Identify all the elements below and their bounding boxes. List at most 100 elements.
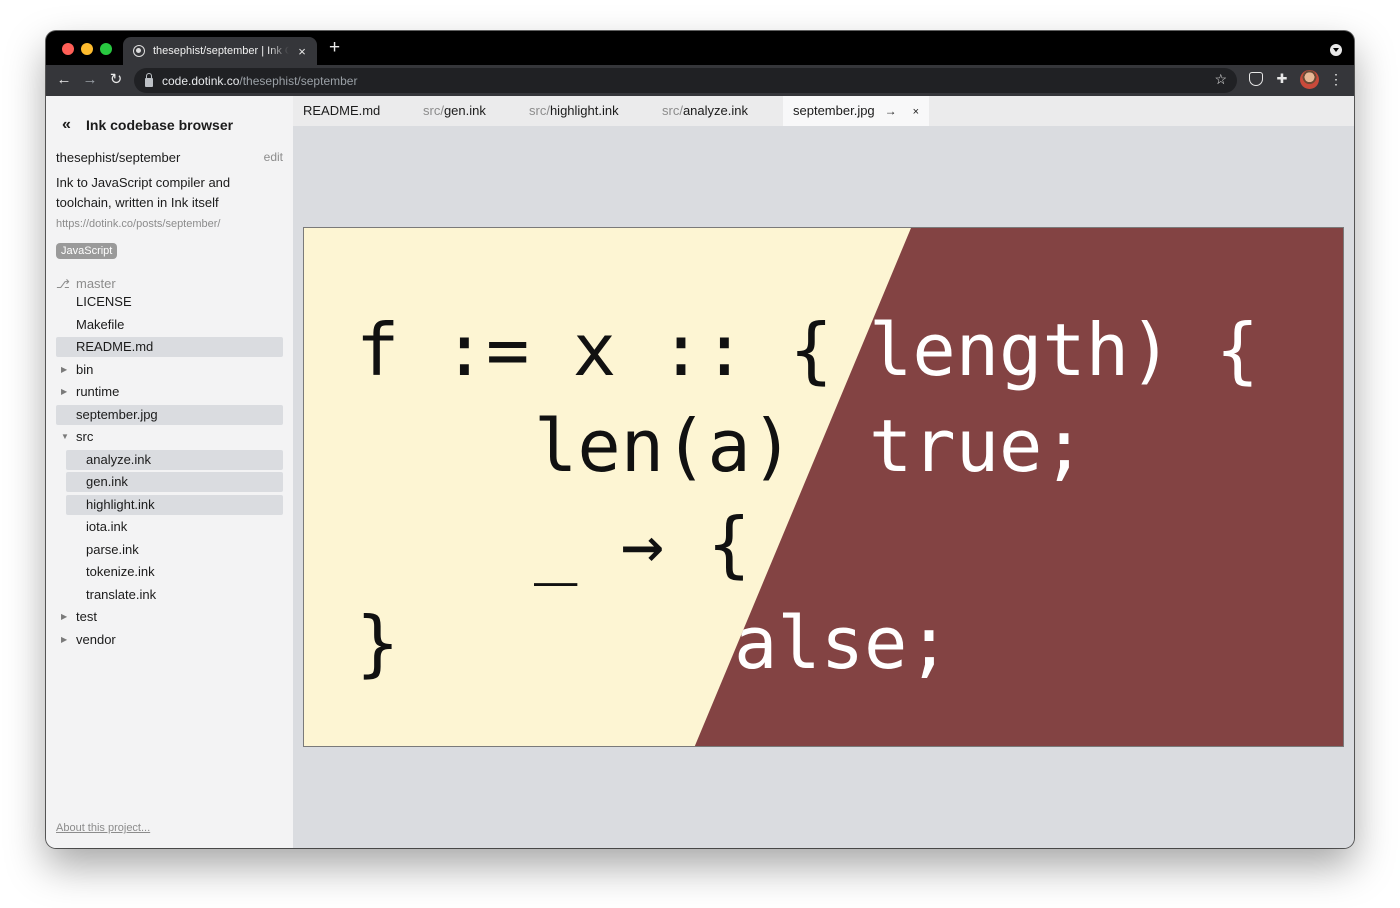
tree-item-label: LICENSE bbox=[76, 294, 132, 309]
open-file-arrow-icon[interactable]: → bbox=[885, 104, 897, 118]
tab-dir: src/ bbox=[423, 103, 444, 118]
tree-file-september-jpg[interactable]: september.jpg bbox=[56, 404, 283, 425]
image-text-line-6: true; bbox=[869, 404, 1086, 488]
caret-right-icon[interactable]: ▶ bbox=[61, 630, 67, 650]
close-tab-icon[interactable]: × bbox=[913, 106, 919, 118]
tree-item-label: translate.ink bbox=[86, 586, 157, 602]
tree-folder-src[interactable]: ▼ src bbox=[56, 427, 283, 447]
address-bar[interactable]: code.dotink.co/thesephist/september ☆ bbox=[134, 68, 1237, 93]
image-viewer: f := x :: { len(a) _ → { } length) { tru… bbox=[293, 126, 1354, 848]
close-tab-icon[interactable]: × bbox=[295, 44, 309, 59]
tab-dir: src/ bbox=[529, 103, 550, 118]
editor-tab-gen-ink[interactable]: src/gen.ink bbox=[423, 96, 486, 126]
tree-file-highlight-ink[interactable]: highlight.ink bbox=[66, 494, 283, 515]
tree-file-license[interactable]: LICENSE bbox=[56, 292, 283, 312]
reload-icon[interactable]: ↻ bbox=[107, 71, 125, 89]
profile-menu-icon[interactable] bbox=[1330, 44, 1342, 56]
tree-item-label: README.md bbox=[76, 339, 154, 354]
globe-icon bbox=[133, 45, 145, 57]
tree-folder-test[interactable]: ▶ test bbox=[56, 607, 283, 627]
sidebar-header: « Ink codebase browser bbox=[62, 116, 233, 134]
tab-filename: README.md bbox=[303, 103, 381, 118]
app-title: Ink codebase browser bbox=[86, 117, 234, 133]
tree-item-label: parse.ink bbox=[86, 541, 139, 557]
tree-item-label: iota.ink bbox=[86, 519, 128, 534]
repo-name: thesephist/september bbox=[56, 150, 181, 165]
tree-file-tokenize-ink[interactable]: tokenize.ink bbox=[66, 562, 283, 582]
image-text-line-7: alse; bbox=[734, 601, 951, 685]
new-tab-button[interactable]: + bbox=[329, 38, 340, 57]
maximize-window-button[interactable] bbox=[100, 43, 112, 55]
tree-item-label: september.jpg bbox=[76, 406, 158, 422]
tree-file-translate-ink[interactable]: translate.ink bbox=[66, 585, 283, 605]
url-path: /thesephist/september bbox=[239, 73, 358, 88]
tree-folder-runtime[interactable]: ▶ runtime bbox=[56, 382, 283, 402]
pocket-icon[interactable] bbox=[1249, 72, 1263, 86]
image-text-line-1: f := x :: { bbox=[356, 308, 833, 392]
tree-item-label: bin bbox=[76, 361, 94, 377]
browser-toolbar: ← → ↻ code.dotink.co/thesephist/septembe… bbox=[46, 65, 1354, 96]
editor-tab-september-jpg[interactable]: september.jpg → × bbox=[783, 96, 930, 126]
lock-icon[interactable] bbox=[145, 72, 153, 87]
tree-file-readme-md[interactable]: README.md bbox=[56, 337, 283, 357]
caret-right-icon[interactable]: ▶ bbox=[61, 607, 67, 627]
tree-item-label: vendor bbox=[76, 631, 116, 647]
editor-tab-readme-md[interactable]: README.md bbox=[303, 96, 380, 126]
browser-tab[interactable]: thesephist/september | Ink Codebase Brow… bbox=[123, 37, 317, 65]
app-area: « Ink codebase browser thesephist/septem… bbox=[46, 96, 1354, 848]
tree-file-analyze-ink[interactable]: analyze.ink bbox=[66, 449, 283, 470]
tree-file-gen-ink[interactable]: gen.ink bbox=[66, 472, 283, 492]
sidebar: « Ink codebase browser thesephist/septem… bbox=[46, 96, 293, 848]
september-logo-image: f := x :: { len(a) _ → { } length) { tru… bbox=[304, 228, 1343, 746]
browser-menu-icon[interactable]: ⋮ bbox=[1329, 71, 1343, 87]
september-image: f := x :: { len(a) _ → { } length) { tru… bbox=[303, 227, 1344, 747]
tree-file-makefile[interactable]: Makefile bbox=[56, 315, 283, 335]
browser-window: thesephist/september | Ink Codebase Brow… bbox=[46, 31, 1354, 848]
bookmark-star-icon[interactable]: ☆ bbox=[1214, 71, 1227, 88]
tree-item-label: test bbox=[76, 609, 97, 624]
tree-item-label: highlight.ink bbox=[86, 496, 155, 512]
tree-folder-vendor[interactable]: ▶ vendor bbox=[56, 630, 283, 650]
browser-tab-strip: thesephist/september | Ink Codebase Brow… bbox=[46, 31, 1354, 65]
about-project-link[interactable]: About this project... bbox=[56, 822, 150, 834]
tab-filename: analyze.ink bbox=[682, 103, 748, 118]
tree-file-iota-ink[interactable]: iota.ink bbox=[66, 517, 283, 537]
image-text-line-2: len(a) bbox=[534, 404, 794, 488]
tab-filename: september.jpg bbox=[793, 103, 875, 118]
tree-item-label: analyze.ink bbox=[86, 451, 152, 467]
editor-tab-highlight-ink[interactable]: src/highlight.ink bbox=[529, 96, 619, 126]
repo-homepage-link[interactable]: https://dotink.co/posts/september/ bbox=[56, 218, 220, 230]
back-arrow-icon[interactable]: ← bbox=[55, 71, 73, 89]
caret-right-icon[interactable]: ▶ bbox=[61, 382, 67, 402]
tab-filename: highlight.ink bbox=[549, 103, 619, 118]
caret-right-icon[interactable]: ▶ bbox=[61, 360, 67, 380]
tree-item-label: Makefile bbox=[76, 316, 125, 332]
collapse-sidebar-icon[interactable]: « bbox=[62, 116, 74, 134]
branch-name: master bbox=[76, 276, 116, 291]
tab-filename: gen.ink bbox=[443, 103, 486, 118]
repo-description: Ink to JavaScript compiler and toolchain… bbox=[56, 175, 231, 210]
editor-tab-analyze-ink[interactable]: src/analyze.ink bbox=[662, 96, 748, 126]
tab-dir: src/ bbox=[662, 103, 683, 118]
user-avatar[interactable] bbox=[1300, 70, 1319, 89]
tree-item-label: runtime bbox=[76, 384, 120, 399]
tree-file-parse-ink[interactable]: parse.ink bbox=[66, 540, 283, 560]
browser-tab-title: thesephist/september | Ink Codebase Brow… bbox=[153, 45, 289, 57]
url-host: code.dotink.co bbox=[162, 73, 240, 88]
forward-arrow-icon[interactable]: → bbox=[81, 71, 99, 89]
repo-row: thesephist/september edit bbox=[56, 150, 283, 165]
tree-folder-bin[interactable]: ▶ bin bbox=[56, 360, 283, 380]
edit-repo-link[interactable]: edit bbox=[264, 150, 283, 165]
tree-item-label: src bbox=[76, 429, 94, 444]
minimize-window-button[interactable] bbox=[81, 43, 93, 55]
file-tree: LICENSE Makefile README.md ▶ bin ▶ runtime sept… bbox=[56, 292, 283, 652]
branch-icon: ⎇ bbox=[56, 276, 70, 291]
branch-indicator: ⎇ master bbox=[56, 276, 116, 291]
editor-tab-bar: README.md src/gen.ink src/highlight.ink src… bbox=[293, 96, 1354, 126]
image-text-line-3: _ → { bbox=[534, 502, 751, 586]
language-badge: JavaScript bbox=[56, 243, 118, 259]
close-window-button[interactable] bbox=[62, 43, 74, 55]
caret-down-icon[interactable]: ▼ bbox=[61, 427, 69, 447]
extensions-puzzle-icon[interactable]: ✚ bbox=[1275, 72, 1289, 86]
image-text-line-4: } bbox=[356, 601, 399, 685]
